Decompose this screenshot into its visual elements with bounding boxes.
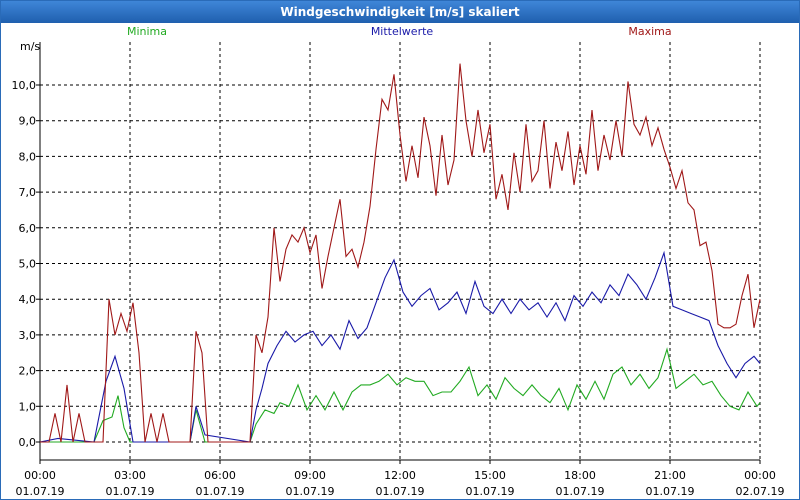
y-tick-label: 2,0: [19, 365, 37, 378]
x-tick-date: 01.07.19: [196, 485, 245, 498]
series-line-mittelwerte: [39, 250, 761, 443]
x-tick-time: 12:00: [384, 469, 416, 482]
x-tick-time: 00:00: [24, 469, 56, 482]
y-axis-label: m/s: [20, 40, 40, 53]
x-tick-time: 06:00: [204, 469, 236, 482]
y-tick-label: 6,0: [19, 222, 37, 235]
y-tick-label: 10,0: [12, 79, 37, 92]
x-tick-date: 02.07.19: [736, 485, 785, 498]
y-tick-label: 9,0: [19, 115, 37, 128]
x-tick-time: 09:00: [294, 469, 326, 482]
y-tick-label: 3,0: [19, 329, 37, 342]
y-tick-label: 1,0: [19, 400, 37, 413]
y-axis-ticks: 0,0 1,0 2,0 3,0 4,0 5,0 6,0 7,0 8,0 9,0 10,0: [12, 79, 40, 449]
x-axis-ticks: 00:00 01.07.19 03:00 01.07.19 06:00 01.07.19 0…: [16, 460, 785, 498]
x-tick-date: 01.07.19: [556, 485, 605, 498]
legend-mittelwerte: Mittelwerte: [371, 25, 434, 38]
x-tick-date: 01.07.19: [106, 485, 155, 498]
x-tick-date: 01.07.19: [376, 485, 425, 498]
x-tick-time: 18:00: [564, 469, 596, 482]
wind-speed-chart: 0,0 1,0 2,0 3,0 4,0 5,0 6,0 7,0 8,0 9,0 10,0 00:00…: [12, 25, 785, 498]
x-tick-time: 15:00: [474, 469, 506, 482]
y-tick-label: 7,0: [19, 186, 37, 199]
y-tick-label: 0,0: [19, 436, 37, 449]
x-tick-time: 21:00: [654, 469, 686, 482]
y-tick-label: 4,0: [19, 293, 37, 306]
legend: Minima Mittelwerte Maxima: [127, 25, 672, 38]
x-tick-date: 01.07.19: [286, 485, 335, 498]
grid: [40, 42, 761, 460]
x-tick-time: 00:00: [744, 469, 776, 482]
y-tick-label: 5,0: [19, 258, 37, 271]
x-tick-time: 03:00: [114, 469, 146, 482]
x-tick-date: 01.07.19: [16, 485, 65, 498]
legend-minima: Minima: [127, 25, 167, 38]
y-tick-label: 8,0: [19, 150, 37, 163]
legend-maxima: Maxima: [628, 25, 671, 38]
x-tick-date: 01.07.19: [466, 485, 515, 498]
x-tick-date: 01.07.19: [646, 485, 695, 498]
